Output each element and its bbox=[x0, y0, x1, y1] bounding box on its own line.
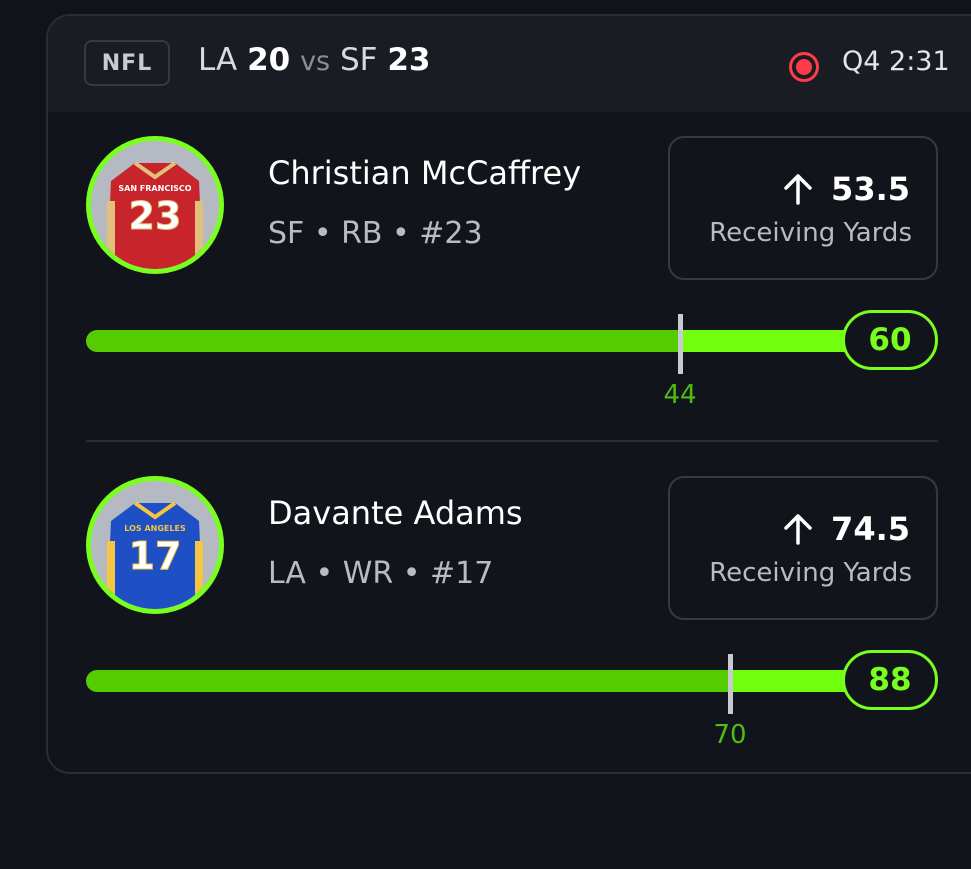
line-value-row: 53.5 bbox=[783, 170, 910, 208]
player-name: Davante Adams bbox=[268, 494, 523, 532]
current-value-pill: 88 bbox=[842, 650, 938, 710]
player-name: Christian McCaffrey bbox=[268, 154, 582, 192]
player-meta: SF • RB • #23 bbox=[268, 216, 483, 251]
player-jersey-avatar: SAN FRANCISCO 23 bbox=[86, 136, 224, 274]
stat-type: Receiving Yards bbox=[709, 218, 912, 248]
score-line[interactable]: LA 20 vs SF 23 bbox=[198, 42, 430, 78]
player-row[interactable]: SAN FRANCISCO 23 Christian McCaffrey SF … bbox=[48, 112, 971, 442]
jersey-number-text: 17 bbox=[129, 534, 182, 578]
line-value: 53.5 bbox=[831, 170, 910, 208]
current-value-pill: 60 bbox=[842, 310, 938, 370]
arrow-up-icon bbox=[784, 174, 812, 205]
line-box[interactable]: 53.5 Receiving Yards bbox=[668, 136, 938, 280]
progress-track: 44 bbox=[86, 314, 896, 410]
jersey-team-text: SAN FRANCISCO bbox=[118, 184, 191, 193]
line-marker bbox=[678, 314, 683, 374]
jersey-team-text: LOS ANGELES bbox=[124, 524, 186, 533]
player-jersey-avatar: LOS ANGELES 17 bbox=[86, 476, 224, 614]
away-score: 20 bbox=[247, 42, 291, 78]
home-score: 23 bbox=[387, 42, 431, 78]
jersey-number-text: 23 bbox=[129, 194, 182, 238]
game-header: NFL LA 20 vs SF 23 Q4 2:31 bbox=[48, 16, 971, 112]
progress-track: 70 bbox=[86, 654, 896, 750]
line-value: 74.5 bbox=[831, 510, 910, 548]
game-clock: Q4 2:31 bbox=[842, 46, 950, 77]
away-team: LA bbox=[198, 42, 238, 78]
line-value-row: 74.5 bbox=[783, 510, 910, 548]
line-marker bbox=[728, 654, 733, 714]
line-marker-label: 70 bbox=[713, 720, 747, 750]
live-record-icon bbox=[789, 52, 819, 82]
divider bbox=[86, 440, 938, 442]
vs-label: vs bbox=[300, 46, 331, 77]
line-box[interactable]: 74.5 Receiving Yards bbox=[668, 476, 938, 620]
arrow-up-icon bbox=[784, 514, 812, 545]
progress-fill bbox=[86, 670, 730, 692]
player-meta: LA • WR • #17 bbox=[268, 556, 494, 591]
prop-card: NFL LA 20 vs SF 23 Q4 2:31 SAN FRANCISCO… bbox=[46, 14, 971, 774]
home-team: SF bbox=[339, 42, 378, 78]
stat-type: Receiving Yards bbox=[709, 558, 912, 588]
line-marker-label: 44 bbox=[663, 380, 697, 410]
player-row[interactable]: LOS ANGELES 17 Davante Adams LA • WR • #… bbox=[48, 452, 971, 772]
league-badge[interactable]: NFL bbox=[84, 40, 170, 86]
progress-fill bbox=[86, 330, 680, 352]
